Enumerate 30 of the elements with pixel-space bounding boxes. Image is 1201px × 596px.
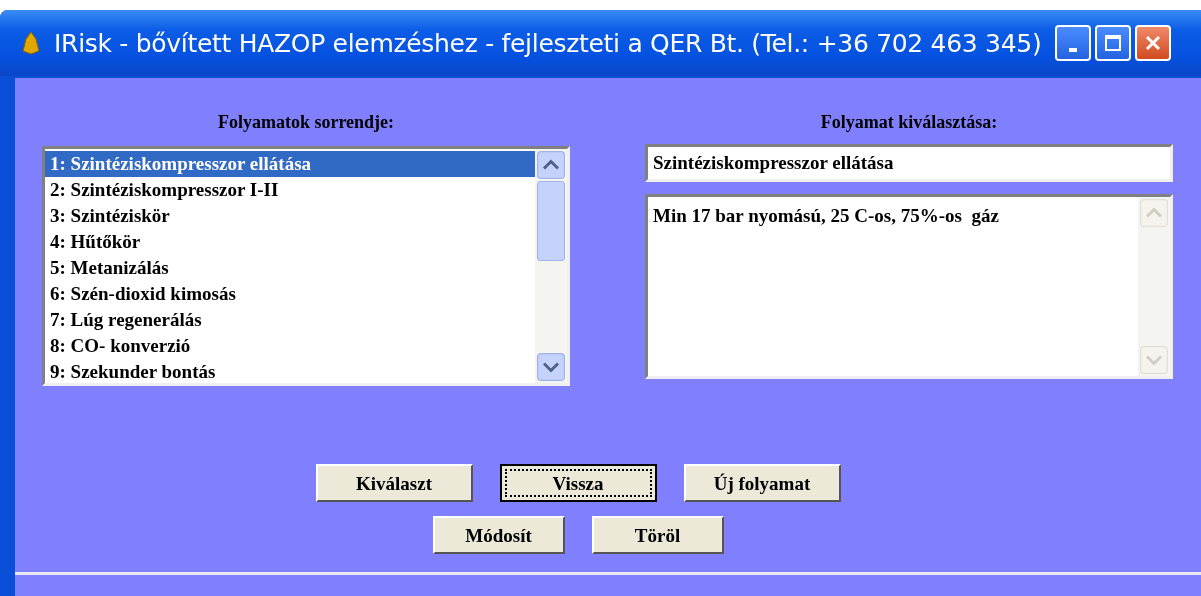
minimize-icon bbox=[1069, 48, 1078, 52]
close-icon bbox=[1144, 34, 1163, 52]
action-button[interactable]: Kiválaszt bbox=[315, 464, 473, 502]
name-field[interactable]: Szintéziskompresszor ellátása bbox=[645, 144, 1173, 182]
list-item[interactable]: 9: Szekunder bontás bbox=[45, 359, 535, 385]
list-item[interactable]: 3: Szintéziskör bbox=[45, 203, 535, 229]
app-icon bbox=[22, 31, 40, 55]
action-button[interactable]: Új folyamat bbox=[683, 464, 841, 502]
action-button[interactable]: Töröl bbox=[591, 516, 724, 554]
minimize-button[interactable] bbox=[1055, 25, 1092, 61]
selection-heading: Folyamat kiválasztása: bbox=[820, 112, 998, 133]
maximize-button[interactable] bbox=[1095, 25, 1132, 61]
list-item[interactable]: 2: Szintéziskompresszor I-II bbox=[45, 177, 535, 203]
close-button[interactable] bbox=[1135, 25, 1172, 61]
action-button[interactable]: Módosít bbox=[432, 516, 565, 554]
window-title: IRisk - bővített HAZOP elemzéshez - fejleszteti a QER Bt. (Tel.: +36 702 463 345) bbox=[54, 28, 1042, 58]
scroll-down-icon[interactable] bbox=[537, 353, 565, 381]
scroll-up-icon[interactable] bbox=[537, 151, 565, 179]
list-item[interactable]: 5: Metanizálás bbox=[45, 255, 535, 281]
list-item[interactable]: 8: CO- konverzió bbox=[45, 333, 535, 359]
list-item[interactable]: 1: Szintéziskompresszor ellátása bbox=[45, 151, 535, 177]
list-heading: Folyamatok sorrendje: bbox=[217, 112, 395, 133]
list-item[interactable]: 6: Szén-dioxid kimosás bbox=[45, 281, 535, 307]
action-button[interactable]: Vissza bbox=[499, 464, 657, 502]
scrollbar[interactable] bbox=[535, 149, 567, 383]
process-list[interactable]: 1: Szintéziskompresszor ellátása 2: Szintéziskompresszor I-II 3: Szintéziskör 4: Hűtőkör 5: Metanizálás 6: Szén-dioxid kimosás 7: Lúg regenerálás 8: CO- konverzió 9: Szekunder bontás bbox=[42, 146, 570, 386]
list-item[interactable]: 7: Lúg regenerálás bbox=[45, 307, 535, 333]
maximize-icon bbox=[1104, 34, 1123, 52]
list-item[interactable]: 4: Hűtőkör bbox=[45, 229, 535, 255]
scroll-thumb[interactable] bbox=[537, 181, 565, 261]
